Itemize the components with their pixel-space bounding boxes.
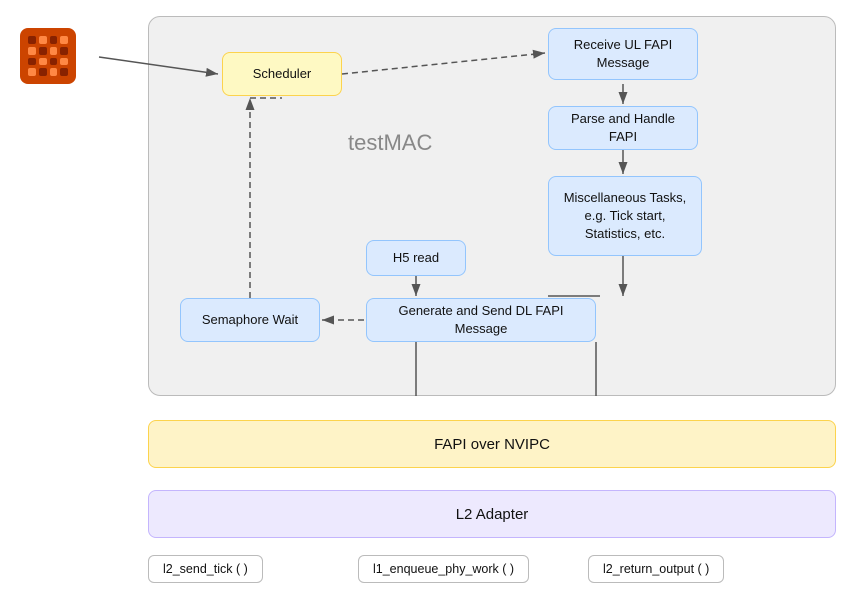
func-l2-send-tick: l2_send_tick ( ) bbox=[148, 555, 263, 583]
scheduler-box: Scheduler bbox=[222, 52, 342, 96]
testmac-label: testMAC bbox=[348, 130, 432, 156]
func-l2-return-output: l2_return_output ( ) bbox=[588, 555, 724, 583]
semaphore-logo bbox=[20, 28, 76, 84]
func-l1-enqueue: l1_enqueue_phy_work ( ) bbox=[358, 555, 529, 583]
l2-adapter-box: L2 Adapter bbox=[148, 490, 836, 538]
generate-send-box: Generate and Send DL FAPI Message bbox=[366, 298, 596, 342]
main-canvas: testMAC Scheduler Receive UL FAPI Messag… bbox=[0, 0, 868, 601]
parse-box: Parse and Handle FAPI bbox=[548, 106, 698, 150]
fapi-nvipc-box: FAPI over NVIPC bbox=[148, 420, 836, 468]
misc-box: Miscellaneous Tasks, e.g. Tick start, St… bbox=[548, 176, 702, 256]
receive-ul-box: Receive UL FAPI Message bbox=[548, 28, 698, 80]
semaphore-wait-box: Semaphore Wait bbox=[180, 298, 320, 342]
h5-read-box: H5 read bbox=[366, 240, 466, 276]
